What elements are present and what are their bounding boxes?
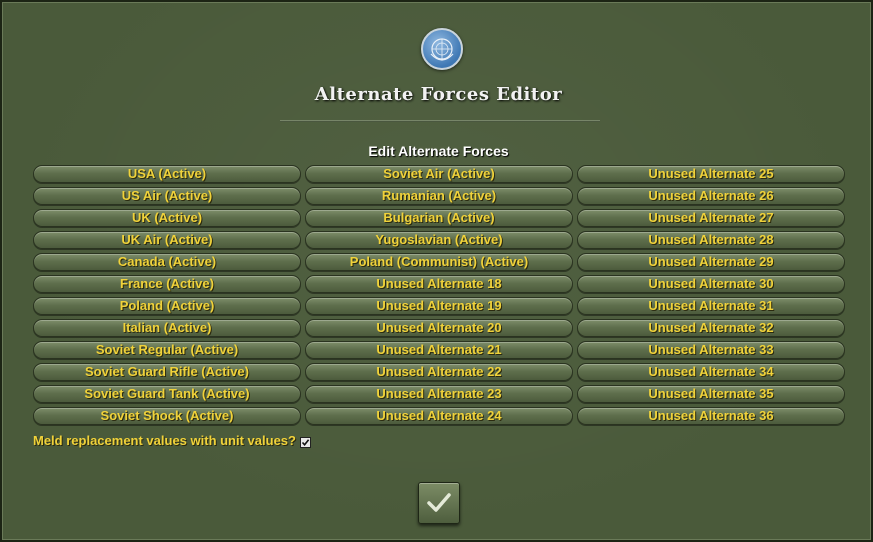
- force-button-poland-communist[interactable]: Poland (Communist) (Active): [305, 253, 573, 271]
- force-button-us-air[interactable]: US Air (Active): [33, 187, 301, 205]
- section-title: Edit Alternate Forces: [368, 143, 509, 159]
- dialog-title: Alternate Forces Editor: [314, 84, 563, 105]
- force-button-unused-21[interactable]: Unused Alternate 21: [305, 341, 573, 359]
- force-button-unused-29[interactable]: Unused Alternate 29: [577, 253, 845, 271]
- force-button-unused-30[interactable]: Unused Alternate 30: [577, 275, 845, 293]
- force-button-unused-33[interactable]: Unused Alternate 33: [577, 341, 845, 359]
- title-divider: [280, 120, 600, 122]
- force-button-usa[interactable]: USA (Active): [33, 165, 301, 183]
- force-button-unused-31[interactable]: Unused Alternate 31: [577, 297, 845, 315]
- force-button-unused-36[interactable]: Unused Alternate 36: [577, 407, 845, 425]
- force-button-unused-18[interactable]: Unused Alternate 18: [305, 275, 573, 293]
- force-button-unused-26[interactable]: Unused Alternate 26: [577, 187, 845, 205]
- force-button-unused-22[interactable]: Unused Alternate 22: [305, 363, 573, 381]
- force-button-unused-24[interactable]: Unused Alternate 24: [305, 407, 573, 425]
- force-button-unused-20[interactable]: Unused Alternate 20: [305, 319, 573, 337]
- meld-checkbox[interactable]: [299, 437, 311, 448]
- force-button-unused-28[interactable]: Unused Alternate 28: [577, 231, 845, 249]
- checkbox-checked-icon: [301, 439, 310, 447]
- force-button-soviet-guard-rifle[interactable]: Soviet Guard Rifle (Active): [33, 363, 301, 381]
- force-button-soviet-regular[interactable]: Soviet Regular (Active): [33, 341, 301, 359]
- force-button-unused-27[interactable]: Unused Alternate 27: [577, 209, 845, 227]
- force-button-uk-air[interactable]: UK Air (Active): [33, 231, 301, 249]
- meld-label: Meld replacement values with unit values…: [33, 433, 296, 448]
- force-button-unused-25[interactable]: Unused Alternate 25: [577, 165, 845, 183]
- force-button-france[interactable]: France (Active): [33, 275, 301, 293]
- ok-button[interactable]: [418, 482, 460, 524]
- force-button-uk[interactable]: UK (Active): [33, 209, 301, 227]
- alternate-forces-dialog: Alternate Forces Editor Edit Alternate F…: [0, 0, 873, 542]
- meld-option: Meld replacement values with unit values…: [33, 433, 311, 448]
- force-button-soviet-shock[interactable]: Soviet Shock (Active): [33, 407, 301, 425]
- forces-grid: USA (Active) Soviet Air (Active) Unused …: [33, 165, 845, 425]
- checkmark-icon: [427, 493, 451, 512]
- force-button-unused-34[interactable]: Unused Alternate 34: [577, 363, 845, 381]
- force-button-unused-32[interactable]: Unused Alternate 32: [577, 319, 845, 337]
- force-button-bulgarian[interactable]: Bulgarian (Active): [305, 209, 573, 227]
- force-button-soviet-air[interactable]: Soviet Air (Active): [305, 165, 573, 183]
- force-button-unused-19[interactable]: Unused Alternate 19: [305, 297, 573, 315]
- force-button-unused-35[interactable]: Unused Alternate 35: [577, 385, 845, 403]
- force-button-soviet-guard-tank[interactable]: Soviet Guard Tank (Active): [33, 385, 301, 403]
- un-emblem-icon: [421, 28, 463, 70]
- force-button-canada[interactable]: Canada (Active): [33, 253, 301, 271]
- force-button-yugoslavian[interactable]: Yugoslavian (Active): [305, 231, 573, 249]
- force-button-unused-23[interactable]: Unused Alternate 23: [305, 385, 573, 403]
- force-button-rumanian[interactable]: Rumanian (Active): [305, 187, 573, 205]
- force-button-italian[interactable]: Italian (Active): [33, 319, 301, 337]
- force-button-poland[interactable]: Poland (Active): [33, 297, 301, 315]
